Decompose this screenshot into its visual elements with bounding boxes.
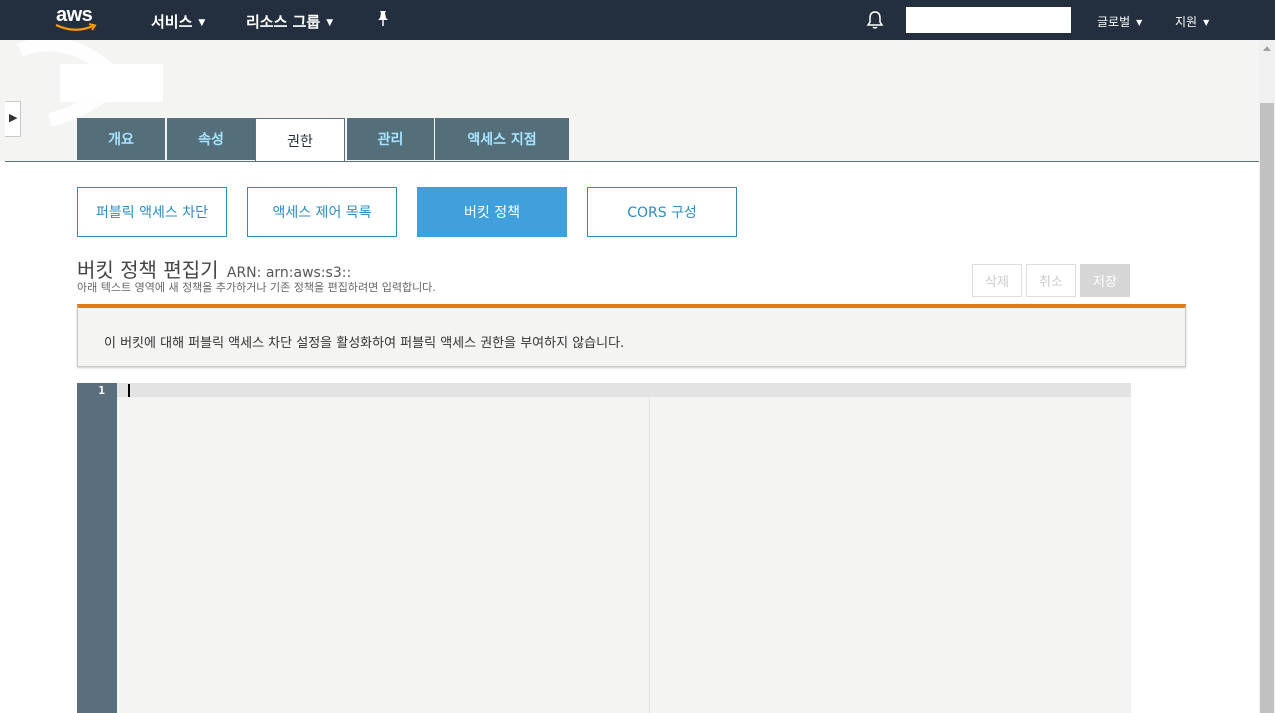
text-cursor xyxy=(128,384,130,397)
aws-smile-icon xyxy=(55,23,97,31)
tab-management[interactable]: 관리 xyxy=(347,118,434,160)
region-menu[interactable]: 글로벌 ▼ xyxy=(1097,13,1142,30)
bell-icon[interactable] xyxy=(865,10,885,34)
delete-button[interactable]: 삭제 xyxy=(972,264,1022,297)
public-access-warning: 이 버킷에 대해 퍼블릭 액세스 차단 설정을 활성화하여 퍼블릭 액세스 권한… xyxy=(77,304,1186,367)
print-margin-guide xyxy=(649,383,650,713)
services-menu[interactable]: 서비스 ▼ xyxy=(151,11,205,32)
support-label: 지원 xyxy=(1175,15,1198,29)
policy-editor-description: 아래 텍스트 영역에 새 정책을 추가하거나 기존 정책을 편집하려면 입력합니… xyxy=(77,281,436,294)
policy-code-editor[interactable]: 1 xyxy=(77,383,1131,713)
scroll-up-arrow-icon[interactable] xyxy=(1263,46,1271,51)
tab-access-points[interactable]: 액세스 지점 xyxy=(435,118,569,160)
page-scrollbar[interactable] xyxy=(1259,40,1275,713)
services-label: 서비스 xyxy=(151,13,193,31)
region-label: 글로벌 xyxy=(1097,15,1131,29)
save-button[interactable]: 저장 xyxy=(1080,264,1130,297)
pin-icon[interactable] xyxy=(376,10,390,32)
top-navigation-bar: aws 서비스 ▼ 리소스 그룹 ▼ 글로벌 ▼ 지원 ▼ xyxy=(0,0,1275,40)
caret-right-icon: ▶ xyxy=(9,111,18,124)
account-search-field[interactable] xyxy=(906,7,1071,33)
chevron-down-icon: ▼ xyxy=(198,18,206,28)
tab-overview[interactable]: 개요 xyxy=(77,118,165,160)
support-menu[interactable]: 지원 ▼ xyxy=(1175,13,1209,30)
scrollbar-thumb[interactable] xyxy=(1260,103,1274,713)
subtab-cors-configuration[interactable]: CORS 구성 xyxy=(587,187,737,237)
tab-properties[interactable]: 속성 xyxy=(167,118,255,160)
cancel-button[interactable]: 취소 xyxy=(1026,264,1076,297)
active-line-highlight xyxy=(117,383,1131,397)
side-panel-toggle[interactable]: ▶ xyxy=(5,101,21,137)
tab-permissions[interactable]: 권한 xyxy=(255,118,345,162)
resource-groups-label: 리소스 그룹 xyxy=(246,13,321,31)
chevron-down-icon: ▼ xyxy=(326,18,334,28)
subtab-access-control-list[interactable]: 액세스 제어 목록 xyxy=(247,187,397,237)
chevron-down-icon: ▼ xyxy=(1136,18,1143,27)
bucket-name xyxy=(60,64,163,102)
line-number: 1 xyxy=(98,384,105,397)
subtab-bucket-policy[interactable]: 버킷 정책 xyxy=(417,187,567,237)
subtab-block-public-access[interactable]: 퍼블릭 액세스 차단 xyxy=(77,187,227,237)
warning-text: 이 버킷에 대해 퍼블릭 액세스 차단 설정을 활성화하여 퍼블릭 액세스 권한… xyxy=(104,336,625,351)
chevron-down-icon: ▼ xyxy=(1203,18,1210,27)
aws-logo[interactable]: aws xyxy=(53,4,101,36)
editor-gutter: 1 xyxy=(77,383,117,713)
resource-groups-menu[interactable]: 리소스 그룹 ▼ xyxy=(246,11,333,32)
